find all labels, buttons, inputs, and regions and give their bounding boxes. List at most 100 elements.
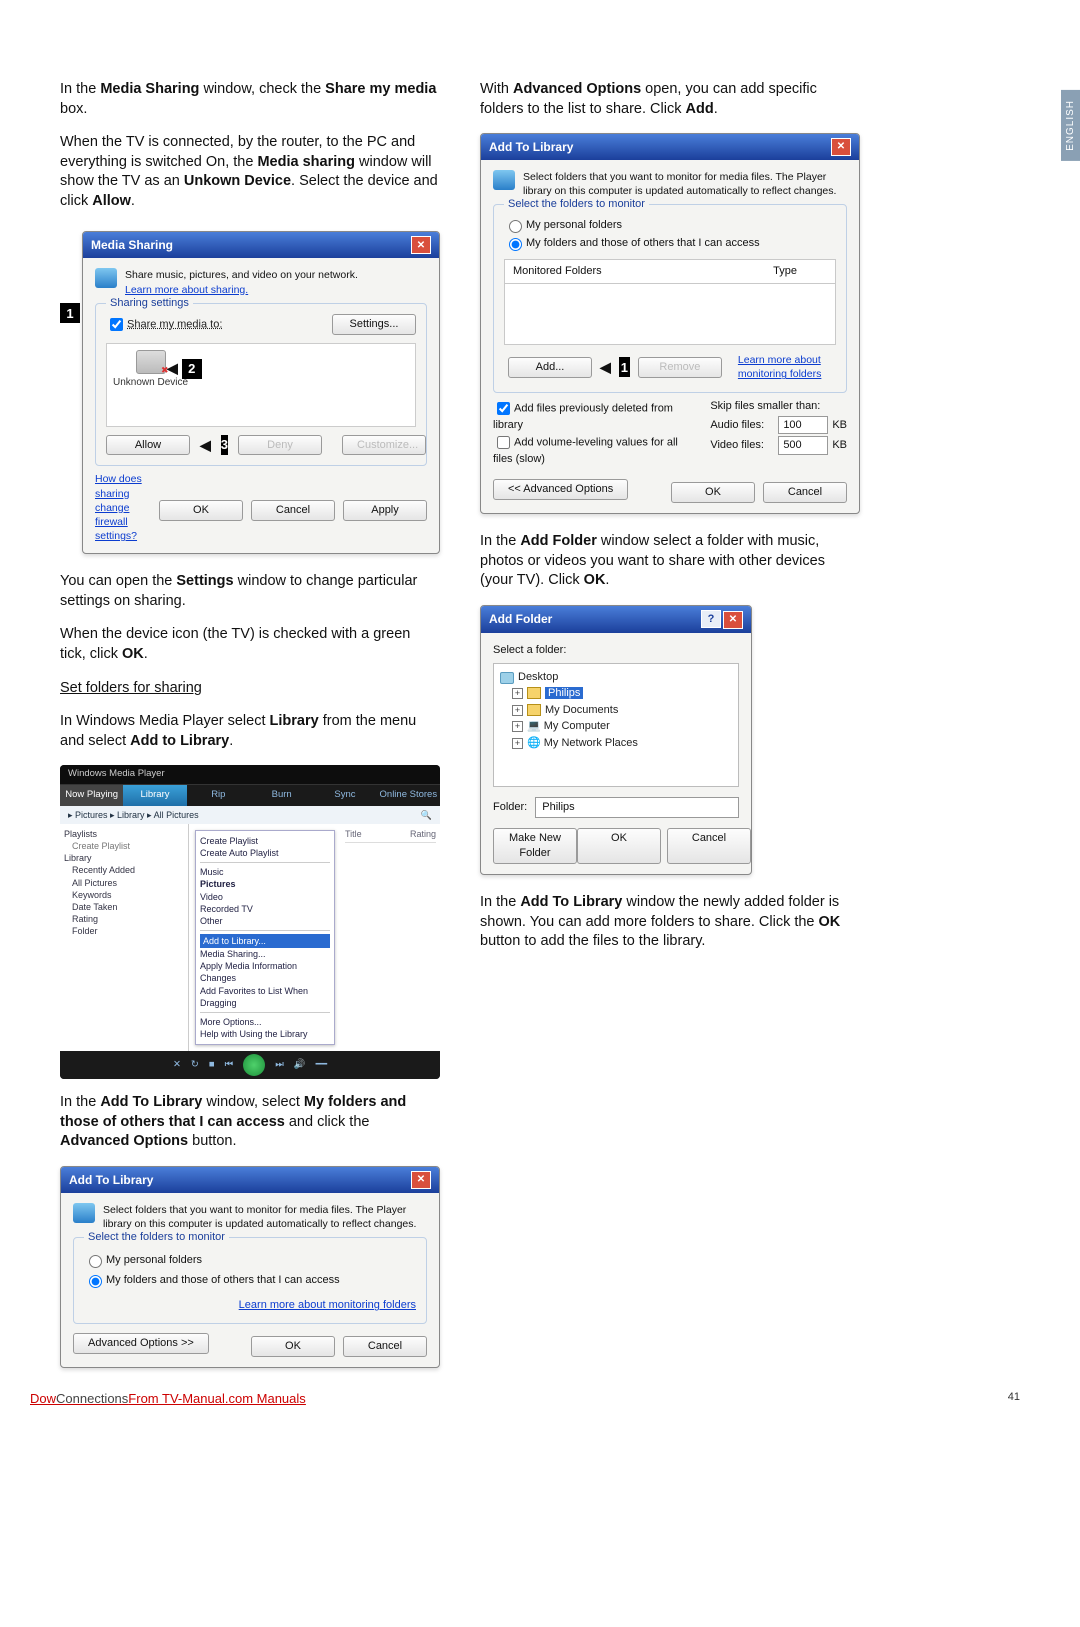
cancel-button[interactable]: Cancel (667, 828, 751, 864)
mute-icon[interactable]: 🔊 (294, 1059, 306, 1072)
folder-tree[interactable]: Desktop +Philips +My Documents +💻 My Com… (493, 663, 739, 787)
repeat-icon[interactable]: ↻ (191, 1059, 199, 1072)
cancel-button[interactable]: Cancel (763, 482, 847, 503)
video-size-input[interactable]: 500 (778, 436, 828, 455)
expand-icon[interactable]: + (512, 705, 523, 716)
add-folder-dialog: Add Folder ?✕ Select a folder: Desktop +… (480, 605, 752, 875)
close-icon[interactable]: ✕ (411, 236, 431, 254)
deny-button[interactable]: Deny (238, 435, 322, 456)
callout-1: 1 (60, 303, 80, 323)
customize-button[interactable]: Customize... (342, 435, 426, 456)
page-number: 41 (1008, 1391, 1020, 1406)
tab-store[interactable]: Online Stores (377, 785, 440, 806)
cancel-button[interactable]: Cancel (343, 1336, 427, 1357)
cancel-button[interactable]: Cancel (251, 500, 335, 521)
advanced-options-back-button[interactable]: << Advanced Options (493, 479, 628, 500)
wmp-controls[interactable]: ✕ ↻ ■ ⏮ ⏭ 🔊 ━━ (60, 1051, 440, 1079)
remove-button[interactable]: Remove (638, 357, 722, 378)
dialog-description: Select folders that you want to monitor … (103, 1203, 427, 1231)
media-sharing-dialog: Media Sharing ✕ Share music, pictures, a… (82, 231, 440, 554)
desktop-icon (500, 672, 514, 684)
close-icon[interactable]: ✕ (723, 611, 743, 629)
radio-my-folders[interactable]: My personal folders (84, 1252, 416, 1268)
ok-button[interactable]: OK (159, 500, 243, 521)
breadcrumb[interactable]: ▸ Pictures ▸ Library ▸ All Pictures (68, 809, 199, 821)
tab-burn[interactable]: Burn (250, 785, 313, 806)
arrow-icon: ◀ (200, 436, 211, 455)
folders-table-header: Monitored Folders Type (504, 259, 836, 284)
wmp-title: Windows Media Player (60, 765, 440, 785)
help-icon[interactable]: ? (701, 610, 721, 628)
expand-icon[interactable]: + (512, 721, 523, 732)
page: ENGLISH In the Media Sharing window, che… (0, 0, 1080, 1426)
section-heading: Set folders for sharing (60, 680, 202, 696)
arrow-icon: ◀ (600, 358, 611, 377)
body-text: When the TV is connected, by the router,… (60, 133, 440, 211)
body-text: In the Add To Library window, select My … (60, 1093, 440, 1152)
wmp-icon (493, 170, 515, 190)
chk-volume-level[interactable]: Add volume-leveling values for all files… (493, 433, 680, 467)
download-link[interactable]: DowConnectionsFrom TV-Manual.com Manuals (30, 1391, 306, 1406)
tab-sync[interactable]: Sync (313, 785, 376, 806)
body-text: When the device icon (the TV) is checked… (60, 625, 440, 664)
folder-icon (527, 687, 541, 699)
prev-icon[interactable]: ⏮ (225, 1059, 234, 1072)
ok-button[interactable]: OK (577, 828, 661, 864)
fieldset-legend: Sharing settings (106, 296, 193, 311)
callout-2: 2 (182, 359, 202, 379)
philips-folder[interactable]: Philips (545, 687, 583, 699)
play-button[interactable] (243, 1054, 265, 1076)
add-to-library-dialog-advanced: Add To Library ✕ Select folders that you… (480, 133, 860, 514)
expand-icon[interactable]: + (512, 688, 523, 699)
radio-my-folders[interactable]: My personal folders (504, 217, 836, 233)
language-tab: ENGLISH (1061, 90, 1080, 161)
dialog-title: Add To Library (489, 139, 573, 155)
settings-button[interactable]: Settings... (332, 314, 416, 335)
learn-more-link[interactable]: Learn more about monitoring folders (738, 353, 832, 381)
audio-label: Audio files: (710, 418, 774, 433)
ok-button[interactable]: OK (671, 482, 755, 503)
page-footer: DowConnectionsFrom TV-Manual.com Manuals… (30, 1391, 1020, 1406)
body-text: In the Add To Library window the newly a… (480, 893, 860, 952)
tab-library[interactable]: Library (123, 785, 186, 806)
body-text: In the Add Folder window select a folder… (480, 532, 860, 591)
advanced-options-button[interactable]: Advanced Options >> (73, 1333, 209, 1354)
stop-icon[interactable]: ■ (209, 1059, 215, 1072)
skip-label: Skip files smaller than: (710, 399, 847, 414)
make-new-folder-button[interactable]: Make New Folder (493, 828, 577, 864)
learn-more-link[interactable]: Learn more about sharing. (125, 284, 248, 296)
firewall-link[interactable]: How does sharing change firewall setting… (95, 472, 159, 543)
add-to-library-menu-item[interactable]: Add to Library... (200, 934, 330, 948)
expand-icon[interactable]: + (512, 738, 523, 749)
volume-slider[interactable]: ━━ (316, 1059, 327, 1072)
ok-button[interactable]: OK (251, 1336, 335, 1357)
folder-input[interactable]: Philips (535, 797, 739, 818)
tab-now-playing[interactable]: Now Playing (60, 785, 123, 806)
audio-size-input[interactable]: 100 (778, 416, 828, 435)
folders-table-body (504, 284, 836, 345)
video-label: Video files: (710, 438, 774, 453)
select-label: Select a folder: (493, 643, 739, 658)
dialog-title: Media Sharing (91, 237, 173, 253)
next-icon[interactable]: ⏭ (275, 1059, 284, 1072)
wmp-window: Windows Media Player Now Playing Library… (60, 765, 440, 1079)
search-icon[interactable]: 🔍 (421, 809, 432, 821)
allow-button[interactable]: Allow (106, 435, 190, 456)
body-text: In the Media Sharing window, check the S… (60, 80, 440, 119)
close-icon[interactable]: ✕ (831, 138, 851, 156)
apply-button[interactable]: Apply (343, 500, 427, 521)
close-icon[interactable]: ✕ (411, 1171, 431, 1189)
learn-more-link[interactable]: Learn more about monitoring folders (239, 1299, 416, 1311)
chk-add-deleted[interactable]: Add files previously deleted from librar… (493, 399, 680, 433)
wmp-navigation[interactable]: Playlists Create Playlist Library Recent… (60, 824, 189, 1051)
tab-rip[interactable]: Rip (187, 785, 250, 806)
fieldset-legend: Select the folders to monitor (504, 197, 649, 212)
radio-my-folders-others[interactable]: My folders and those of others that I ca… (84, 1272, 416, 1288)
share-media-checkbox[interactable]: Share my media to: (106, 315, 222, 334)
body-text: With Advanced Options open, you can add … (480, 80, 860, 119)
folder-label: Folder: (493, 800, 527, 815)
shuffle-icon[interactable]: ✕ (173, 1059, 181, 1072)
dialog-description: Select folders that you want to monitor … (523, 170, 847, 198)
radio-my-folders-others[interactable]: My folders and those of others that I ca… (504, 235, 836, 251)
add-folder-button[interactable]: Add... (508, 357, 592, 378)
